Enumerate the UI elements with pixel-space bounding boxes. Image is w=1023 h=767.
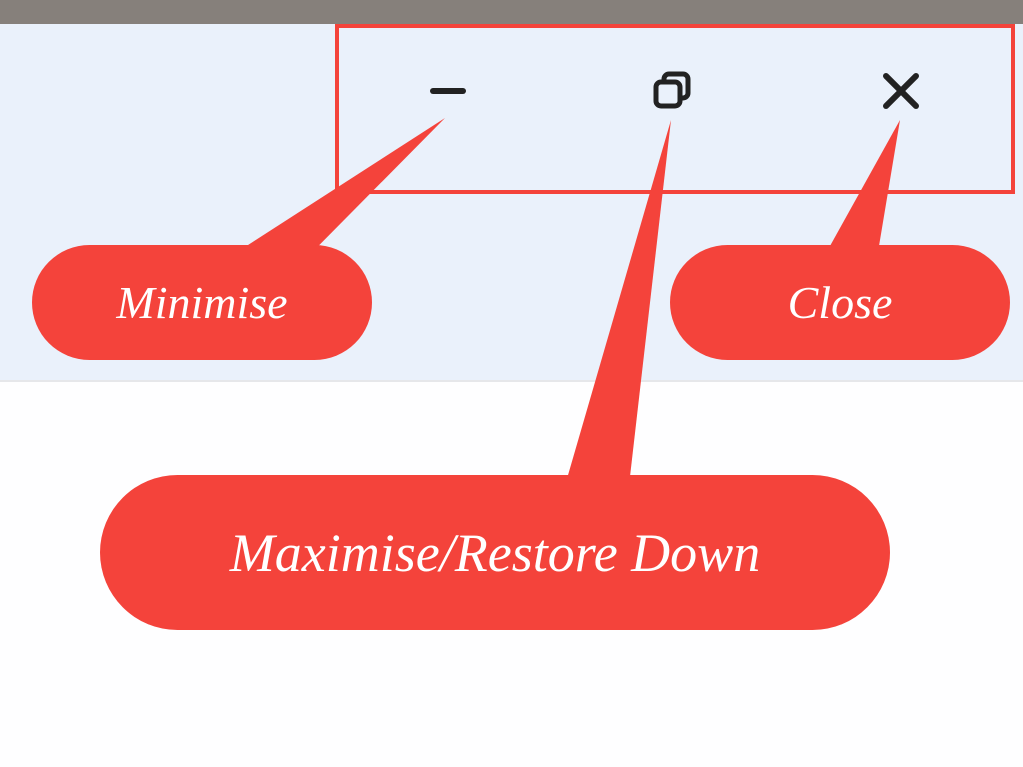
callout-tail-maximise: [0, 0, 1023, 767]
callout-maximise: Maximise/Restore Down: [100, 475, 890, 630]
diagram-canvas: Minimise Close Maximise/Restore Down: [0, 0, 1023, 767]
callout-maximise-label: Maximise/Restore Down: [230, 522, 760, 584]
